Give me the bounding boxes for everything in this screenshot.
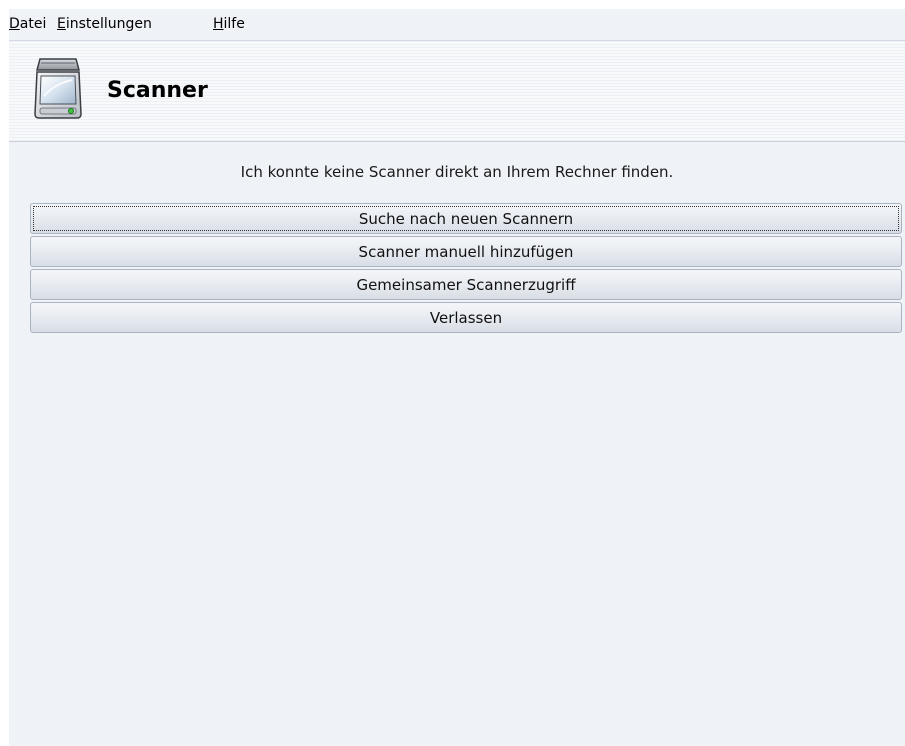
page-title: Scanner <box>107 78 208 103</box>
scanner-sharing-button[interactable]: Gemeinsamer Scannerzugriff <box>30 269 902 300</box>
menu-hilfe[interactable]: Hilfe <box>213 16 245 32</box>
add-scanner-manually-button[interactable]: Scanner manuell hinzufügen <box>30 236 902 267</box>
menu-hilfe-mnemonic: H <box>213 16 224 32</box>
menu-hilfe-label: ilfe <box>223 16 245 32</box>
menu-einstellungen-mnemonic: E <box>57 16 66 32</box>
status-message: Ich konnte keine Scanner direkt an Ihrem… <box>240 163 674 181</box>
quit-button[interactable]: Verlassen <box>30 302 902 333</box>
menu-datei[interactable]: Datei <box>9 16 46 32</box>
scanner-window: Datei Einstellungen Hilfe Scanner Ich ko… <box>9 9 905 746</box>
menu-datei-mnemonic: D <box>9 16 20 32</box>
search-new-scanners-button[interactable]: Suche nach neuen Scannern <box>30 203 902 234</box>
header-banner: Scanner <box>9 42 905 142</box>
menubar: Datei Einstellungen Hilfe <box>9 9 905 41</box>
menu-einstellungen[interactable]: Einstellungen <box>57 16 152 32</box>
scanner-icon <box>34 58 82 119</box>
menu-einstellungen-label: instellungen <box>65 16 152 32</box>
menu-datei-label: atei <box>19 16 47 32</box>
